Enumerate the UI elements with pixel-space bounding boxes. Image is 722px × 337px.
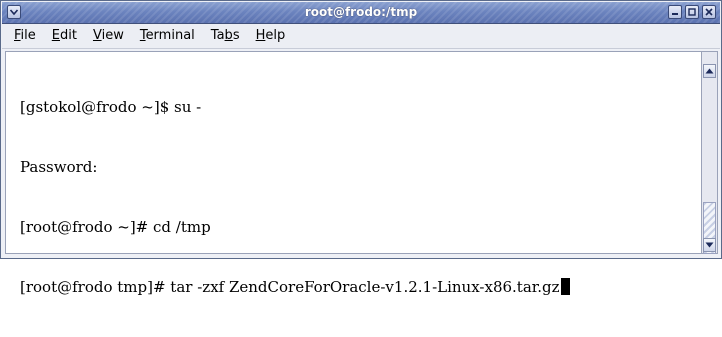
terminal-command-text: [root@frodo tmp]# tar -zxf ZendCoreForOr…	[20, 278, 560, 296]
title-bar[interactable]: root@frodo:/tmp	[2, 2, 720, 24]
text-cursor	[560, 278, 570, 295]
menu-help-mnemonic: H	[255, 28, 266, 43]
terminal-line: [root@frodo ~]# cd /tmp	[20, 218, 211, 236]
menu-terminal-label: erminal	[145, 28, 195, 43]
menu-tabs[interactable]: Tabs	[203, 24, 248, 48]
menu-terminal[interactable]: Terminal	[132, 24, 203, 48]
scroll-down-button[interactable]	[703, 238, 716, 252]
menu-file[interactable]: File	[6, 24, 44, 48]
terminal-output[interactable]: [gstokol@frodo ~]$ su - Password: [root@…	[5, 51, 701, 296]
minimize-icon	[672, 13, 678, 15]
close-icon	[705, 8, 713, 16]
menu-edit-mnemonic: E	[51, 28, 60, 43]
menu-help-label: elp	[265, 28, 286, 43]
close-button[interactable]	[702, 5, 716, 19]
menu-file-label: ile	[20, 28, 36, 43]
arrow-down-icon	[705, 242, 714, 248]
menu-view[interactable]: View	[85, 24, 132, 48]
menu-help[interactable]: Help	[248, 24, 294, 48]
scroll-up-button[interactable]	[703, 64, 716, 78]
maximize-button[interactable]	[685, 5, 699, 19]
menu-tabs-prefix: Ta	[210, 28, 225, 43]
menu-edit[interactable]: Edit	[44, 24, 85, 48]
arrow-up-icon	[705, 68, 714, 74]
terminal-window: root@frodo:/tmp File Edit View Terminal …	[0, 0, 722, 296]
menu-tabs-mnemonic: b	[224, 28, 233, 43]
window-title: root@frodo:/tmp	[304, 5, 418, 19]
menu-view-label: iew	[101, 28, 124, 43]
menu-view-mnemonic: V	[92, 28, 102, 43]
minimize-button[interactable]	[668, 5, 682, 19]
terminal-line: Password:	[20, 158, 98, 176]
maximize-icon	[688, 8, 696, 16]
menu-tabs-label: s	[232, 28, 240, 43]
menu-bar: File Edit View Terminal Tabs Help	[2, 24, 720, 49]
menu-edit-label: dit	[60, 28, 77, 43]
vertical-scrollbar[interactable]	[701, 51, 718, 254]
terminal-current-line: [root@frodo tmp]# tar -zxf ZendCoreForOr…	[20, 277, 701, 297]
terminal-line: [gstokol@frodo ~]$ su -	[20, 98, 202, 116]
